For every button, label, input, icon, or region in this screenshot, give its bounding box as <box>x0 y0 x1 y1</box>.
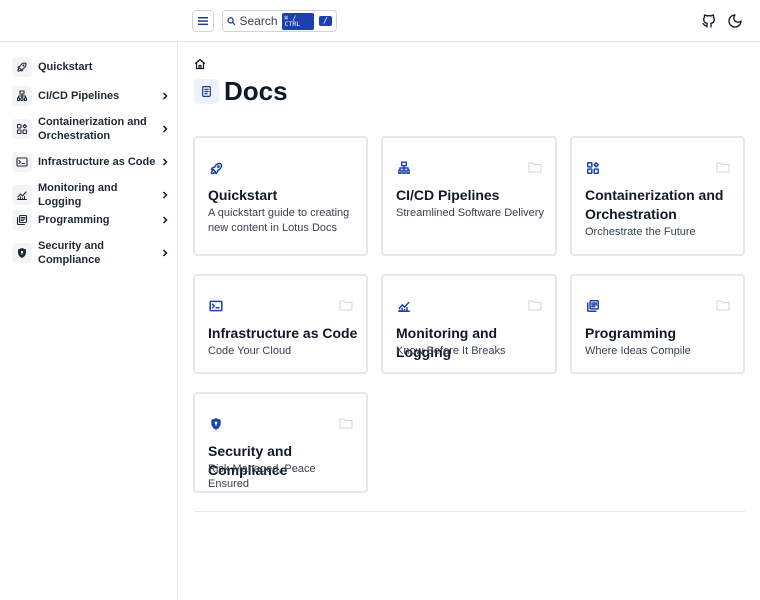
search-label: Search <box>239 14 278 28</box>
sidebar-item-label: Monitoring and Logging <box>38 182 118 208</box>
search-shortcut-key: ⌘ / CTRL <box>281 12 315 30</box>
pipeline-icon <box>12 86 32 106</box>
card-description: Where Ideas Compile <box>585 345 691 357</box>
chevron-right-icon <box>160 157 170 167</box>
card-quickstart[interactable]: Quickstart A quickstart guide to creatin… <box>193 136 368 256</box>
card-description: Streamlined Software Delivery <box>396 207 544 219</box>
card-title: Infrastructure as Code <box>208 325 358 341</box>
github-icon <box>702 14 715 28</box>
sidebar-item-security-and-compliance[interactable]: Security and Compliance <box>12 239 170 267</box>
card-title: Containerization and Orchestration <box>585 187 724 222</box>
card-description: Risk Managed, Peace Ensured <box>208 463 316 490</box>
search-slash-key: / <box>319 16 332 26</box>
page-title: Docs <box>224 76 288 106</box>
chevron-right-icon <box>160 215 170 225</box>
card-containerization[interactable]: Containerization and Orchestration Orche… <box>570 136 745 256</box>
sidebar-item-label: Infrastructure as Code <box>38 156 156 168</box>
sidebar-item-label: Quickstart <box>38 61 93 73</box>
card-cicd-pipelines[interactable]: CI/CD Pipelines Streamlined Software Del… <box>381 136 557 256</box>
sidebar-item-infrastructure-as-code[interactable]: Infrastructure as Code <box>12 152 170 172</box>
document-icon <box>194 79 219 104</box>
containers-icon <box>585 160 601 176</box>
sidebar-item-label: CI/CD Pipelines <box>38 90 120 102</box>
hamburger-icon <box>198 17 208 26</box>
folder-icon <box>528 162 542 173</box>
card-security-and-compliance[interactable]: Security and Compliance Risk Managed, Pe… <box>193 392 368 493</box>
sidebar-item-monitoring-and-logging[interactable]: Monitoring and Logging <box>12 181 170 209</box>
sidebar-item-quickstart[interactable]: Quickstart <box>12 57 170 77</box>
sidebar: Quickstart CI/CD Pipelines Containerizat… <box>0 42 178 600</box>
card-description: Know Before It Breaks <box>396 345 506 357</box>
folder-icon <box>339 418 353 429</box>
shield-icon <box>12 243 32 263</box>
sidebar-item-cicd-pipelines[interactable]: CI/CD Pipelines <box>12 86 170 106</box>
card-description: Code Your Cloud <box>208 345 292 357</box>
terminal-icon <box>208 298 224 314</box>
chevron-right-icon <box>160 91 170 101</box>
shield-icon <box>208 416 224 432</box>
sidebar-item-containerization[interactable]: Containerization and Orchestration <box>12 115 170 143</box>
containers-icon <box>12 119 32 139</box>
chart-line-icon <box>396 298 412 314</box>
theme-toggle[interactable] <box>726 12 744 30</box>
sidebar-item-label: Programming <box>38 214 110 226</box>
rocket-icon <box>208 160 224 176</box>
chevron-right-icon <box>160 248 170 258</box>
card-monitoring-and-logging[interactable]: Monitoring and Logging Know Before It Br… <box>381 274 557 374</box>
home-icon[interactable] <box>194 57 206 70</box>
card-programming[interactable]: Programming Where Ideas Compile <box>570 274 745 374</box>
card-title: Quickstart <box>208 187 278 203</box>
sidebar-item-label: Containerization and Orchestration <box>38 116 147 142</box>
folder-icon <box>716 300 730 311</box>
chevron-right-icon <box>160 124 170 134</box>
card-title: CI/CD Pipelines <box>396 187 500 203</box>
rocket-icon <box>12 57 32 77</box>
card-infrastructure-as-code[interactable]: Infrastructure as Code Code Your Cloud <box>193 274 368 374</box>
folder-icon <box>339 300 353 311</box>
search-icon <box>227 17 236 26</box>
folder-icon <box>528 300 542 311</box>
card-description: A quickstart guide to creating new conte… <box>208 207 350 234</box>
sidebar-item-label: Security and Compliance <box>38 240 105 266</box>
github-link[interactable] <box>700 12 718 30</box>
terminal-icon <box>12 152 32 172</box>
card-description: Orchestrate the Future <box>585 226 696 238</box>
chart-line-icon <box>12 185 32 205</box>
sidebar-item-programming[interactable]: Programming <box>12 210 170 230</box>
books-icon <box>12 210 32 230</box>
menu-button[interactable] <box>192 10 214 32</box>
card-title: Programming <box>585 325 677 341</box>
moon-icon <box>728 14 742 28</box>
search-button[interactable]: Search ⌘ / CTRL / <box>222 10 337 32</box>
divider <box>194 511 745 512</box>
top-bar: Search ⌘ / CTRL / <box>0 0 760 42</box>
folder-icon <box>716 162 730 173</box>
chevron-right-icon <box>160 190 170 200</box>
pipeline-icon <box>396 160 412 176</box>
books-icon <box>585 298 601 314</box>
